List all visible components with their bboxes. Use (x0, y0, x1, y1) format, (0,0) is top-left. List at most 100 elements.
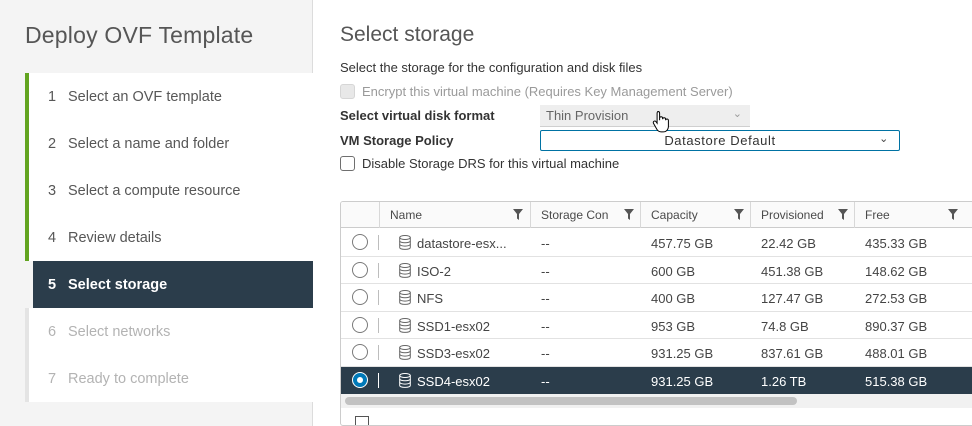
row-divider (378, 345, 379, 361)
datastore-icon (399, 235, 411, 250)
cell-capacity: 400 GB (651, 291, 696, 307)
wizard-title: Deploy OVF Template (25, 22, 254, 48)
cell-storage: -- (541, 346, 550, 362)
step-select-name-folder[interactable]: 2 Select a name and folder (25, 120, 313, 167)
cell-name: SSD1-esx02 (417, 318, 490, 334)
step-label: Select a name and folder (68, 135, 230, 152)
disk-format-label: Select virtual disk format (340, 108, 495, 123)
page-title: Select storage (340, 23, 475, 46)
step-number: 4 (48, 229, 57, 246)
step-label: Select a compute resource (68, 182, 241, 199)
row-select-radio[interactable] (352, 316, 368, 333)
step-label: Ready to complete (68, 370, 189, 387)
column-header-capacity[interactable]: Capacity (640, 202, 750, 228)
cell-provisioned: 74.8 GB (761, 318, 809, 334)
filter-icon[interactable] (948, 209, 958, 220)
filter-icon[interactable] (624, 209, 634, 220)
chevron-down-icon: ⌄ (732, 108, 742, 120)
table-row[interactable]: datastore-esx... -- 457.75 GB 22.42 GB 435.3… (341, 229, 972, 257)
row-select-radio[interactable] (352, 289, 368, 306)
row-divider (378, 290, 379, 306)
step-label: Select an OVF template (68, 88, 222, 105)
encrypt-vm-option: Encrypt this virtual machine (Requires K… (340, 84, 733, 99)
page-description: Select the storage for the configuration… (340, 60, 643, 75)
column-header-free[interactable]: Free (854, 202, 964, 228)
cell-name: datastore-esx... (417, 236, 507, 251)
table-row[interactable]: ISO-2 -- 600 GB 451.38 GB 148.62 GB (341, 257, 972, 285)
chevron-down-icon: ⌄ (879, 133, 889, 145)
filter-icon[interactable] (838, 209, 848, 220)
cell-capacity: 931.25 GB (651, 346, 714, 362)
cell-storage: -- (541, 236, 550, 251)
row-divider (378, 317, 379, 333)
step-select-ovf-template[interactable]: 1 Select an OVF template (25, 73, 313, 120)
wizard-sidebar: Deploy OVF Template 1 Select an OVF temp… (0, 0, 313, 426)
storage-policy-select[interactable]: Datastore Default ⌄ (540, 130, 900, 151)
column-label: Capacity (651, 208, 698, 222)
row-select-radio[interactable] (352, 372, 368, 388)
step-select-compute-resource[interactable]: 3 Select a compute resource (25, 167, 313, 214)
step-number: 2 (48, 135, 57, 152)
cell-capacity: 953 GB (651, 318, 696, 334)
datastore-icon (399, 262, 411, 278)
horizontal-scrollbar[interactable] (341, 394, 972, 408)
step-number: 7 (48, 370, 57, 387)
cell-name: SSD4-esx02 (417, 374, 490, 389)
column-label: Free (865, 208, 890, 222)
cell-provisioned: 451.38 GB (761, 263, 824, 279)
cell-name: ISO-2 (417, 263, 451, 279)
step-ready-to-complete: 7 Ready to complete (25, 355, 313, 402)
disk-format-select[interactable]: Thin Provision ⌄ (540, 105, 750, 127)
storage-policy-label: VM Storage Policy (340, 133, 454, 148)
row-select-radio[interactable] (352, 261, 368, 278)
cell-storage: -- (541, 318, 550, 334)
storage-policy-value: Datastore Default (664, 133, 776, 148)
step-number: 6 (48, 323, 57, 340)
column-toggle-icon[interactable] (355, 416, 369, 425)
step-review-details[interactable]: 4 Review details (25, 214, 313, 261)
cell-provisioned: 127.47 GB (761, 291, 824, 307)
column-header-provisioned[interactable]: Provisioned (750, 202, 854, 228)
cell-capacity: 600 GB (651, 263, 696, 279)
cell-storage: -- (541, 374, 550, 389)
row-select-radio[interactable] (352, 344, 368, 361)
step-label: Review details (68, 229, 162, 246)
hand-cursor-icon (652, 110, 669, 133)
datastore-icon (399, 345, 411, 361)
table-row[interactable]: SSD3-esx02 -- 931.25 GB 837.61 GB 488.01 GB (341, 339, 972, 367)
datastore-grid: Name Storage Con Capacity Provisioned Fr… (340, 201, 972, 426)
cell-name: NFS (417, 291, 443, 307)
step-label: Select storage (68, 276, 168, 293)
filter-icon[interactable] (734, 209, 744, 220)
row-divider (378, 262, 379, 278)
column-header-storage-compatibility[interactable]: Storage Con (530, 202, 640, 228)
disable-drs-checkbox[interactable] (340, 156, 355, 171)
step-select-storage[interactable]: 5 Select storage (33, 261, 313, 308)
table-row[interactable]: NFS -- 400 GB 127.47 GB 272.53 GB (341, 284, 972, 312)
cell-provisioned: 837.61 GB (761, 346, 824, 362)
step-label: Select networks (68, 323, 171, 340)
cell-storage: -- (541, 263, 550, 279)
encrypt-vm-label: Encrypt this virtual machine (Requires K… (362, 84, 733, 99)
column-label: Name (390, 208, 423, 222)
cell-storage: -- (541, 291, 550, 307)
row-divider (378, 373, 379, 388)
row-select-radio[interactable] (352, 234, 368, 250)
filter-icon[interactable] (513, 209, 523, 220)
cell-free: 515.38 GB (865, 374, 928, 389)
disable-drs-label: Disable Storage DRS for this virtual mac… (362, 156, 620, 171)
table-row[interactable]: SSD4-esx02 -- 931.25 GB 1.26 TB 515.38 GB (341, 367, 972, 395)
step-number: 3 (48, 182, 57, 199)
cell-provisioned: 22.42 GB (761, 236, 816, 251)
table-row[interactable]: SSD1-esx02 -- 953 GB 74.8 GB 890.37 GB (341, 312, 972, 340)
cell-provisioned: 1.26 TB (761, 374, 807, 389)
datastore-icon (399, 373, 411, 388)
encrypt-vm-checkbox (340, 84, 355, 99)
step-select-networks: 6 Select networks (25, 308, 313, 355)
column-header-name[interactable]: Name (379, 202, 529, 228)
disable-drs-option[interactable]: Disable Storage DRS for this virtual mac… (340, 156, 619, 171)
scrollbar-thumb[interactable] (345, 397, 797, 405)
cell-capacity: 457.75 GB (651, 236, 714, 251)
column-label: Storage Con (541, 208, 609, 222)
step-number: 5 (48, 276, 57, 293)
